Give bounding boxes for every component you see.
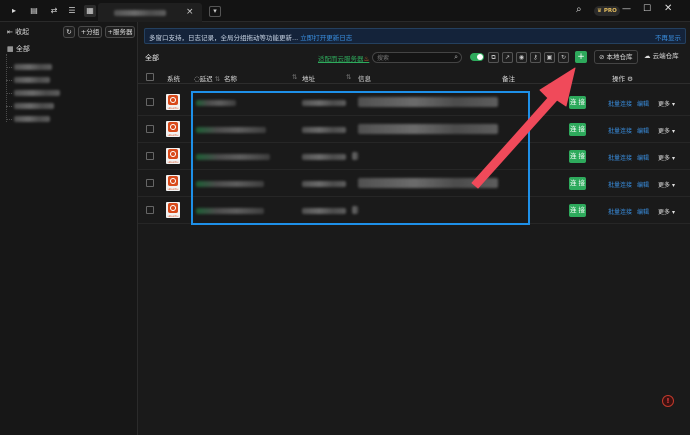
- arrow-shape: [471, 67, 576, 189]
- annotation-arrow: [471, 67, 576, 189]
- help-icon[interactable]: !: [662, 395, 674, 407]
